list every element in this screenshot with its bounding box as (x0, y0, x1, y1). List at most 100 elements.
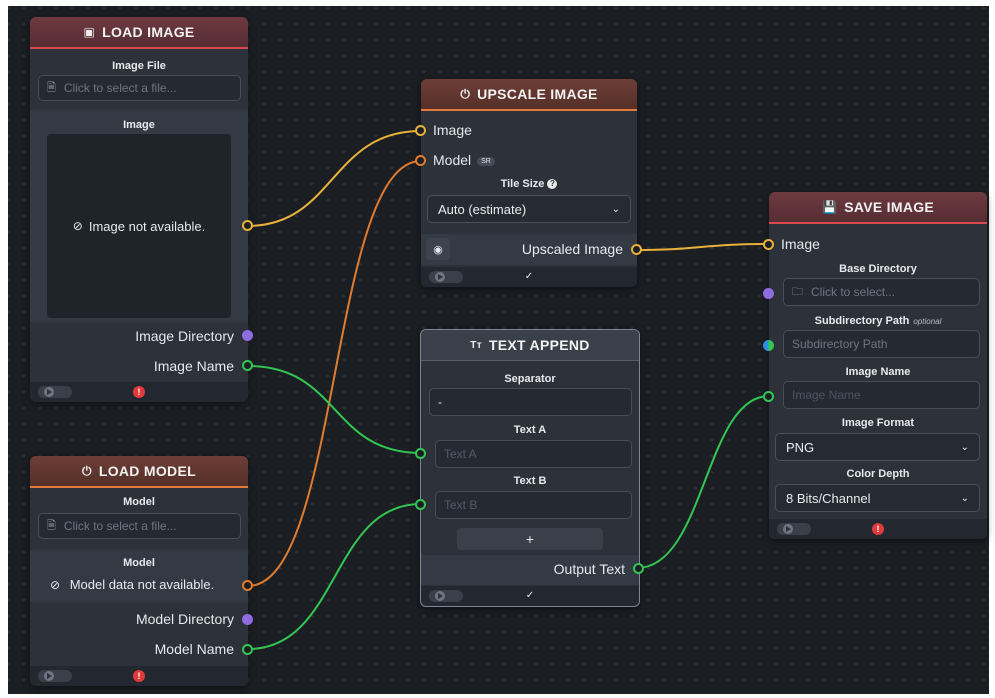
image-directory-output-label: Image Directory (135, 328, 234, 344)
image-output-port[interactable] (242, 220, 253, 231)
tile-size-select[interactable]: Auto (estimate) ⌄ (427, 195, 631, 223)
play-icon (783, 524, 793, 534)
text-a-label: Text A (513, 424, 547, 436)
text-b-input[interactable]: Text B (435, 491, 632, 519)
upscale-run-toggle[interactable] (429, 271, 463, 283)
text-append-run-toggle[interactable] (429, 590, 463, 602)
model-type-badge: SR (477, 156, 495, 166)
image-name-label: Image Name (845, 366, 911, 378)
tile-size-label: Tile Size (500, 178, 545, 190)
model-preview-text: Model data not available. (69, 577, 215, 592)
play-icon (44, 387, 54, 397)
load-image-node[interactable]: ▣ LOAD IMAGE Image File 🗎 Click to selec… (30, 17, 253, 402)
play-icon (435, 591, 445, 601)
tile-size-label-row: Tile Size? (421, 178, 637, 190)
image-format-select[interactable]: PNG ⌄ (775, 433, 980, 461)
load-model-header[interactable]: ⏻ LOAD MODEL (30, 456, 248, 488)
base-directory-placeholder: Click to select... (811, 285, 896, 299)
model-preview: ⊘ Model data not available. (50, 577, 214, 592)
add-input-button[interactable]: + (457, 528, 603, 550)
text-append-title: TEXT APPEND (488, 337, 590, 353)
model-file-placeholder: Click to select a file... (63, 519, 177, 533)
color-depth-select[interactable]: 8 Bits/Channel ⌄ (775, 484, 980, 512)
wire-output-text-to-image-name[interactable] (636, 395, 770, 569)
output-text-port[interactable] (633, 563, 644, 574)
load-image-footer: ! (30, 382, 248, 402)
upscale-footer: ✓ (421, 267, 637, 287)
upscaled-image-output-port[interactable] (631, 244, 642, 255)
subdirectory-label: Subdirectory Path (814, 315, 910, 327)
file-icon: 🗎 (47, 81, 56, 94)
error-icon[interactable]: ! (133, 386, 145, 398)
image-input-port[interactable] (415, 125, 426, 136)
load-image-header[interactable]: ▣ LOAD IMAGE (30, 17, 248, 49)
wire-upscaled-to-save[interactable] (634, 243, 770, 251)
upscale-image-header[interactable]: ⏻ UPSCALE IMAGE (421, 79, 637, 111)
image-name-input-port[interactable] (763, 391, 774, 402)
upscale-image-title: UPSCALE IMAGE (477, 86, 598, 102)
save-image-footer: ! (769, 519, 987, 539)
check-icon: ✓ (525, 590, 535, 601)
save-image-header[interactable]: 💾 SAVE IMAGE (769, 192, 987, 224)
wire-model-name-to-text-b[interactable] (247, 503, 422, 650)
image-preview: ⊘ Image not available. (47, 134, 231, 318)
text-icon: Tт (470, 339, 482, 351)
image-preview-label: Image (123, 119, 155, 131)
tile-size-value: Auto (estimate) (438, 201, 527, 217)
save-image-run-toggle[interactable] (777, 523, 811, 535)
separator-input[interactable]: - (429, 388, 632, 416)
wire-model-to-upscale[interactable] (247, 160, 422, 587)
play-icon (435, 272, 445, 282)
separator-value: - (438, 395, 442, 409)
power-icon: ⏻ (82, 463, 92, 478)
model-name-output-port[interactable] (242, 644, 253, 655)
model-file-picker[interactable]: 🗎 Click to select a file... (38, 513, 241, 539)
help-icon[interactable]: ? (547, 179, 558, 190)
chevron-down-icon: ⌄ (960, 441, 969, 453)
image-icon: ▣ (83, 25, 96, 39)
text-a-input[interactable]: Text A (435, 440, 632, 468)
power-icon: ⏻ (460, 86, 471, 101)
image-name-input[interactable]: Image Name (783, 381, 980, 409)
color-depth-label: Color Depth (846, 468, 910, 480)
image-name-output-port[interactable] (242, 360, 253, 371)
image-preview-text: Image not available. (88, 218, 206, 234)
text-b-input-port[interactable] (415, 499, 426, 510)
text-a-input-port[interactable] (415, 448, 426, 459)
error-icon[interactable]: ! (133, 670, 145, 682)
eye-off-icon: ⊘ (72, 219, 83, 233)
save-icon: 💾 (821, 200, 838, 214)
text-append-header[interactable]: Tт TEXT APPEND (421, 330, 639, 361)
color-depth-value: 8 Bits/Channel (786, 490, 871, 506)
load-image-run-toggle[interactable] (38, 386, 72, 398)
eye-off-icon: ⊘ (50, 578, 61, 592)
subdirectory-label-row: Subdirectory Path optional (769, 315, 987, 327)
check-icon: ✓ (524, 271, 534, 282)
text-append-node[interactable]: Tт TEXT APPEND Separator - Text A Text A… (415, 329, 644, 607)
model-directory-output-port[interactable] (242, 614, 253, 625)
model-output-port[interactable] (242, 580, 253, 591)
load-model-node[interactable]: ⏻ LOAD MODEL Model 🗎 Click to select a f… (30, 456, 253, 686)
base-directory-picker[interactable]: 🗀 Click to select... (783, 278, 980, 306)
image-directory-output-port[interactable] (242, 330, 253, 341)
separator-label: Separator (504, 373, 556, 385)
model-input-label: Model (433, 152, 472, 168)
image-input-label: Image (433, 122, 472, 138)
wire-image-to-upscale[interactable] (246, 130, 422, 227)
subdirectory-input[interactable]: Subdirectory Path (783, 330, 980, 358)
save-image-input-port[interactable] (763, 239, 774, 250)
error-icon[interactable]: ! (872, 523, 884, 535)
image-format-value: PNG (786, 439, 815, 455)
base-directory-input-port[interactable] (763, 288, 774, 299)
upscale-image-node[interactable]: ⏻ UPSCALE IMAGE Image Model SR Tile Size?… (415, 79, 642, 287)
save-image-input-label: Image (781, 236, 820, 252)
model-directory-output-label: Model Directory (135, 611, 234, 627)
eye-icon: ◉ (433, 243, 443, 256)
load-model-run-toggle[interactable] (38, 670, 72, 682)
model-input-port[interactable] (415, 155, 426, 166)
subdirectory-input-port[interactable] (763, 340, 774, 351)
image-file-picker[interactable]: 🗎 Click to select a file... (38, 75, 241, 101)
preview-toggle-button[interactable]: ◉ (426, 238, 450, 260)
save-image-node[interactable]: 💾 SAVE IMAGE Image Base Directory 🗀 Clic… (763, 192, 987, 539)
folder-icon: 🗀 (792, 285, 803, 298)
